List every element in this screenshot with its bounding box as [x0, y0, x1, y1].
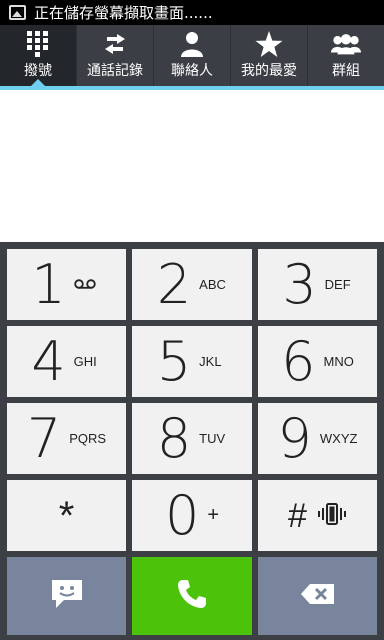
key-hash[interactable]: #	[258, 480, 377, 551]
key-digit: 1	[31, 252, 66, 316]
backspace-icon	[300, 582, 336, 610]
phone-call-icon	[176, 578, 208, 614]
key-digit: 0	[164, 483, 200, 547]
call-log-icon	[100, 30, 130, 58]
key-digit: 8	[156, 406, 192, 470]
star-icon	[254, 30, 284, 58]
key-5[interactable]: 5 JKL	[132, 326, 252, 397]
tab-label: 群組	[332, 63, 360, 79]
vibrate-icon	[317, 502, 347, 530]
dialer-tabs: 撥號 通話記錄 聯絡人 我的最愛 群組	[0, 25, 384, 86]
contact-icon	[177, 30, 207, 58]
key-2[interactable]: 2 ABC	[132, 249, 252, 320]
key-digit: 2	[156, 252, 192, 316]
key-star[interactable]: *	[7, 480, 126, 551]
tab-favorites[interactable]: 我的最愛	[231, 25, 308, 86]
message-icon	[50, 578, 84, 614]
key-digit: 5	[156, 329, 192, 393]
tab-call-log[interactable]: 通話記錄	[77, 25, 154, 86]
tab-label: 通話記錄	[87, 63, 143, 79]
key-letters: DEF	[324, 277, 351, 292]
dialpad: 1 2 ABC 3 DEF 4 GHI 5 JKL 6 MNO 7 PQRS 8…	[0, 242, 384, 640]
group-icon	[331, 30, 361, 58]
tab-dial[interactable]: 撥號	[0, 25, 77, 86]
key-9[interactable]: 9 WXYZ	[258, 403, 377, 474]
key-digit: 6	[281, 329, 316, 393]
number-display[interactable]	[0, 90, 384, 242]
tab-label: 聯絡人	[171, 63, 213, 79]
key-7[interactable]: 7 PQRS	[7, 403, 126, 474]
key-1[interactable]: 1	[7, 249, 126, 320]
key-letters: JKL	[199, 354, 222, 369]
key-letters: WXYZ	[319, 431, 358, 446]
backspace-button[interactable]	[258, 557, 377, 635]
key-letters: GHI	[73, 354, 97, 369]
key-digit: 7	[26, 406, 62, 470]
key-letters: ABC	[199, 277, 226, 292]
key-digit: 4	[31, 329, 66, 393]
key-8[interactable]: 8 TUV	[132, 403, 252, 474]
key-digit: #	[288, 496, 307, 535]
image-icon	[9, 5, 26, 20]
voicemail-icon	[73, 277, 102, 292]
tab-label: 我的最愛	[241, 63, 297, 79]
key-3[interactable]: 3 DEF	[258, 249, 377, 320]
active-tab-indicator	[31, 79, 45, 86]
call-button[interactable]	[132, 557, 252, 635]
key-digit: 9	[277, 406, 312, 470]
key-letters: +	[207, 504, 220, 526]
tab-label: 撥號	[24, 63, 52, 79]
key-letters: MNO	[323, 354, 354, 369]
status-message: 正在儲存螢幕擷取畫面......	[34, 4, 213, 22]
key-letters: PQRS	[69, 431, 107, 446]
key-letters: TUV	[199, 431, 226, 446]
tab-contacts[interactable]: 聯絡人	[154, 25, 231, 86]
key-6[interactable]: 6 MNO	[258, 326, 377, 397]
key-digit: *	[58, 493, 75, 538]
message-button[interactable]	[7, 557, 126, 635]
dialpad-icon	[23, 30, 53, 58]
status-bar: 正在儲存螢幕擷取畫面......	[0, 0, 384, 25]
key-digit: 3	[282, 252, 317, 316]
tab-groups[interactable]: 群組	[308, 25, 384, 86]
key-0[interactable]: 0 +	[132, 480, 252, 551]
key-4[interactable]: 4 GHI	[7, 326, 126, 397]
